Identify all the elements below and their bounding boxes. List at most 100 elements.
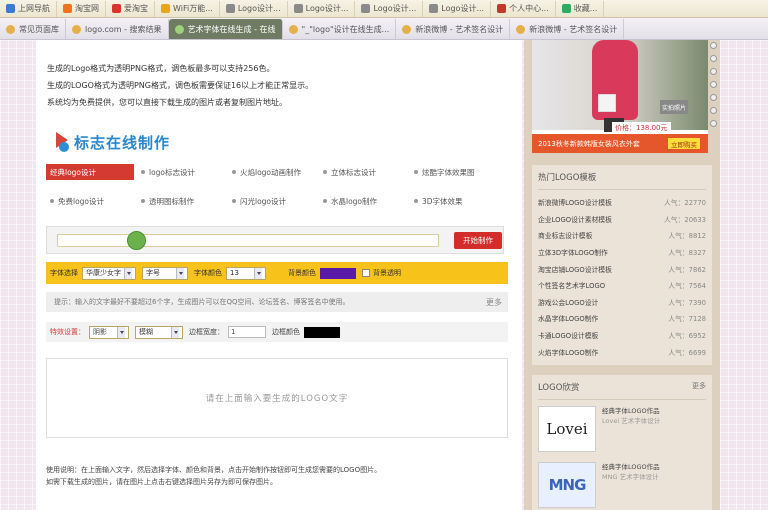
logo-type-option[interactable]: 透明图标制作 — [137, 193, 228, 209]
logo-gallery-list: Lovei 经典字体LOGO作品 Lovei 艺术字体设计 MNG 经典字体LOGO作品… — [538, 406, 706, 510]
hot-template-item[interactable]: 淘宝店铺LOGO设计模板 人气：7862 — [538, 260, 706, 277]
bookmark-item[interactable]: Logo设计... — [423, 0, 492, 17]
bullet-icon — [414, 170, 418, 174]
banner-buy-button[interactable]: 立即购买 — [668, 138, 700, 149]
bullet-icon — [141, 170, 145, 174]
effect-options-row: 特效设置： 阴影 模糊 边框宽度： 1 边框颜色 — [46, 322, 508, 342]
logo-gallery-more-link[interactable]: 更多 — [692, 381, 706, 393]
bookmark-item[interactable]: 个人中心... — [491, 0, 556, 17]
ad-banner[interactable]: 价格：138.00元 实拍照片 2013秋冬新款韩版女装风衣外套 立即购买 — [532, 40, 708, 153]
logo-info: 经典字体LOGO作品 MNG 艺术字体设计 — [602, 462, 706, 510]
pager-dot[interactable] — [710, 107, 717, 114]
logo-gallery-item[interactable]: Lovei 经典字体LOGO作品 Lovei 艺术字体设计 — [538, 406, 706, 456]
logo-type-option[interactable]: 免费logo设计 — [46, 193, 137, 209]
logo-type-label: logo标志设计 — [149, 167, 196, 177]
bookmarks-bar: 上网导航 淘宝网 爱淘宝 WiFi万能... Logo设计... Logo设计... Log… — [0, 0, 768, 18]
border-color-label: 边框颜色 — [272, 328, 300, 336]
hot-template-item[interactable]: 立体3D字体LOGO制作 人气：8327 — [538, 244, 706, 261]
hot-template-views: 人气：7390 — [668, 298, 706, 307]
bullet-icon — [232, 199, 236, 203]
browser-tab[interactable]: 艺术字体在线生成 - 在线 — [168, 19, 283, 39]
pager-dot[interactable] — [710, 68, 717, 75]
bookmark-item[interactable]: Logo设计... — [220, 0, 288, 17]
logo-type-option[interactable]: 闪光logo设计 — [228, 193, 319, 209]
bookmark-label: WiFi万能... — [173, 4, 213, 13]
hot-template-item[interactable]: 游戏公会LOGO设计 人气：7390 — [538, 294, 706, 311]
logo-title: 经典字体LOGO作品 — [602, 407, 660, 415]
bookmark-favicon-icon — [293, 4, 303, 13]
hot-template-item[interactable]: 新浪微博LOGO设计模板 人气：22770 — [538, 194, 706, 211]
tab-label: 新浪微博 - 艺术签名设计 — [529, 24, 618, 34]
logo-type-option[interactable]: 3D字体效果 — [410, 193, 501, 209]
bookmark-item[interactable]: WiFi万能... — [155, 0, 220, 17]
size-select[interactable]: 字号 — [142, 266, 188, 280]
pager-dot[interactable] — [710, 94, 717, 101]
bookmark-item[interactable]: Logo设计... — [355, 0, 424, 17]
edge-width-input[interactable]: 1 — [228, 326, 266, 338]
hot-template-item[interactable]: 火焰字体LOGO制作 人气：6699 — [538, 343, 706, 360]
pager-dot[interactable] — [710, 55, 717, 62]
browser-tab[interactable]: 新浪微博 - 艺术签名设计 — [396, 19, 511, 39]
browser-tab[interactable]: 新浪微博 - 艺术签名设计 — [510, 19, 625, 39]
bookmark-item[interactable]: 爱淘宝 — [106, 0, 155, 17]
hot-template-views: 人气：8327 — [668, 249, 706, 258]
logo-gallery-item[interactable]: MNG 经典字体LOGO作品 MNG 艺术字体设计 — [538, 462, 706, 510]
tab-favicon-icon — [174, 24, 184, 34]
browser-tab[interactable]: "_"logo"设计在线生成... — [283, 19, 397, 39]
font-select[interactable]: 华康少女字 — [82, 266, 136, 280]
usage-note-line: 使用说明：在上面输入文字，然后选择字体、颜色和背景，点击开始制作按钮即可生成您需… — [46, 466, 382, 474]
border-color-swatch[interactable] — [304, 326, 340, 338]
transparent-checkbox[interactable] — [362, 269, 370, 277]
color-select[interactable]: 13 — [226, 266, 266, 280]
logo-type-option[interactable]: 经典logo设计 — [46, 164, 134, 180]
pager-dot[interactable] — [710, 42, 717, 49]
font-options-row: 字体选择 华康少女字 字号 字体颜色 13 背景颜色 背景透明 — [46, 262, 508, 284]
pager-dot[interactable] — [710, 120, 717, 127]
bg-color-swatch[interactable] — [320, 267, 356, 279]
hot-template-views: 人气：6699 — [668, 348, 706, 357]
notice-more-link[interactable]: 更多 — [486, 297, 502, 308]
site-logo[interactable]: 标志在线制作 — [56, 130, 170, 154]
pager-dot[interactable] — [710, 81, 717, 88]
logo-subtitle: MNG 艺术字体设计 — [602, 473, 659, 481]
chevron-down-icon — [176, 267, 184, 279]
tab-label: 常见页面库 — [19, 24, 59, 34]
hot-template-name: 卡通LOGO设计模板 — [538, 332, 599, 341]
logo-text-input[interactable] — [57, 234, 439, 247]
tab-favicon-icon — [516, 24, 526, 34]
transparent-label: 背景透明 — [373, 269, 401, 277]
logo-type-option[interactable]: 立体标志设计 — [319, 164, 410, 180]
bookmark-item[interactable]: 上网导航 — [0, 0, 57, 17]
slider-knob[interactable] — [127, 231, 146, 250]
bookmark-label: Logo设计... — [305, 4, 349, 13]
intro-text: 生成的Logo格式为透明PNG格式，调色板最多可以支持256色。 生成的LOGO… — [47, 60, 313, 111]
hot-templates-list: 新浪微博LOGO设计模板 人气：22770 企业LOGO设计素材模板 人气：20633… — [538, 194, 706, 360]
generate-button[interactable]: 开始制作 — [454, 232, 502, 249]
logo-type-option[interactable]: 水晶logo制作 — [319, 193, 410, 209]
intro-line: 生成的LOGO格式为透明PNG格式，调色板需要保证16以上才能正常显示。 — [47, 81, 314, 90]
tab-label: logo.com - 搜索结果 — [85, 24, 162, 34]
logo-thumbnail[interactable]: Lovei — [538, 406, 596, 452]
hot-template-item[interactable]: 个性签名艺术字LOGO 人气：7564 — [538, 277, 706, 294]
bookmark-label: 收藏... — [573, 4, 598, 13]
effect-select[interactable]: 阴影 — [89, 325, 129, 339]
effect-type-select[interactable]: 模糊 — [135, 325, 183, 339]
browser-tab[interactable]: logo.com - 搜索结果 — [66, 19, 169, 39]
bookmark-item[interactable]: Logo设计... — [288, 0, 356, 17]
chevron-down-icon — [117, 326, 125, 338]
logo-type-option[interactable]: 火焰logo动画制作 — [228, 164, 319, 180]
chevron-down-icon — [171, 326, 179, 338]
hot-template-item[interactable]: 水晶字体LOGO制作 人气：7128 — [538, 310, 706, 327]
logo-type-label: 透明图标制作 — [149, 196, 194, 206]
hot-template-item[interactable]: 商业标志设计模板 人气：8812 — [538, 227, 706, 244]
notice-bar: 提示：输入的文字最好不要超过6个字，生成图片可以在QQ空间、论坛签名、博客签名中… — [46, 292, 508, 312]
bookmark-item[interactable]: 淘宝网 — [57, 0, 106, 17]
hot-template-item[interactable]: 卡通LOGO设计模板 人气：6952 — [538, 327, 706, 344]
hot-template-item[interactable]: 企业LOGO设计素材模板 人气：20633 — [538, 211, 706, 228]
browser-tab[interactable]: 常见页面库 — [0, 19, 66, 39]
logo-type-option[interactable]: 炫酷字体效果图 — [410, 164, 501, 180]
logo-thumbnail[interactable]: MNG — [538, 462, 596, 508]
bookmark-item[interactable]: 收藏... — [556, 0, 605, 17]
bookmark-label: 个人中心... — [509, 4, 549, 13]
logo-type-option[interactable]: logo标志设计 — [137, 164, 228, 180]
